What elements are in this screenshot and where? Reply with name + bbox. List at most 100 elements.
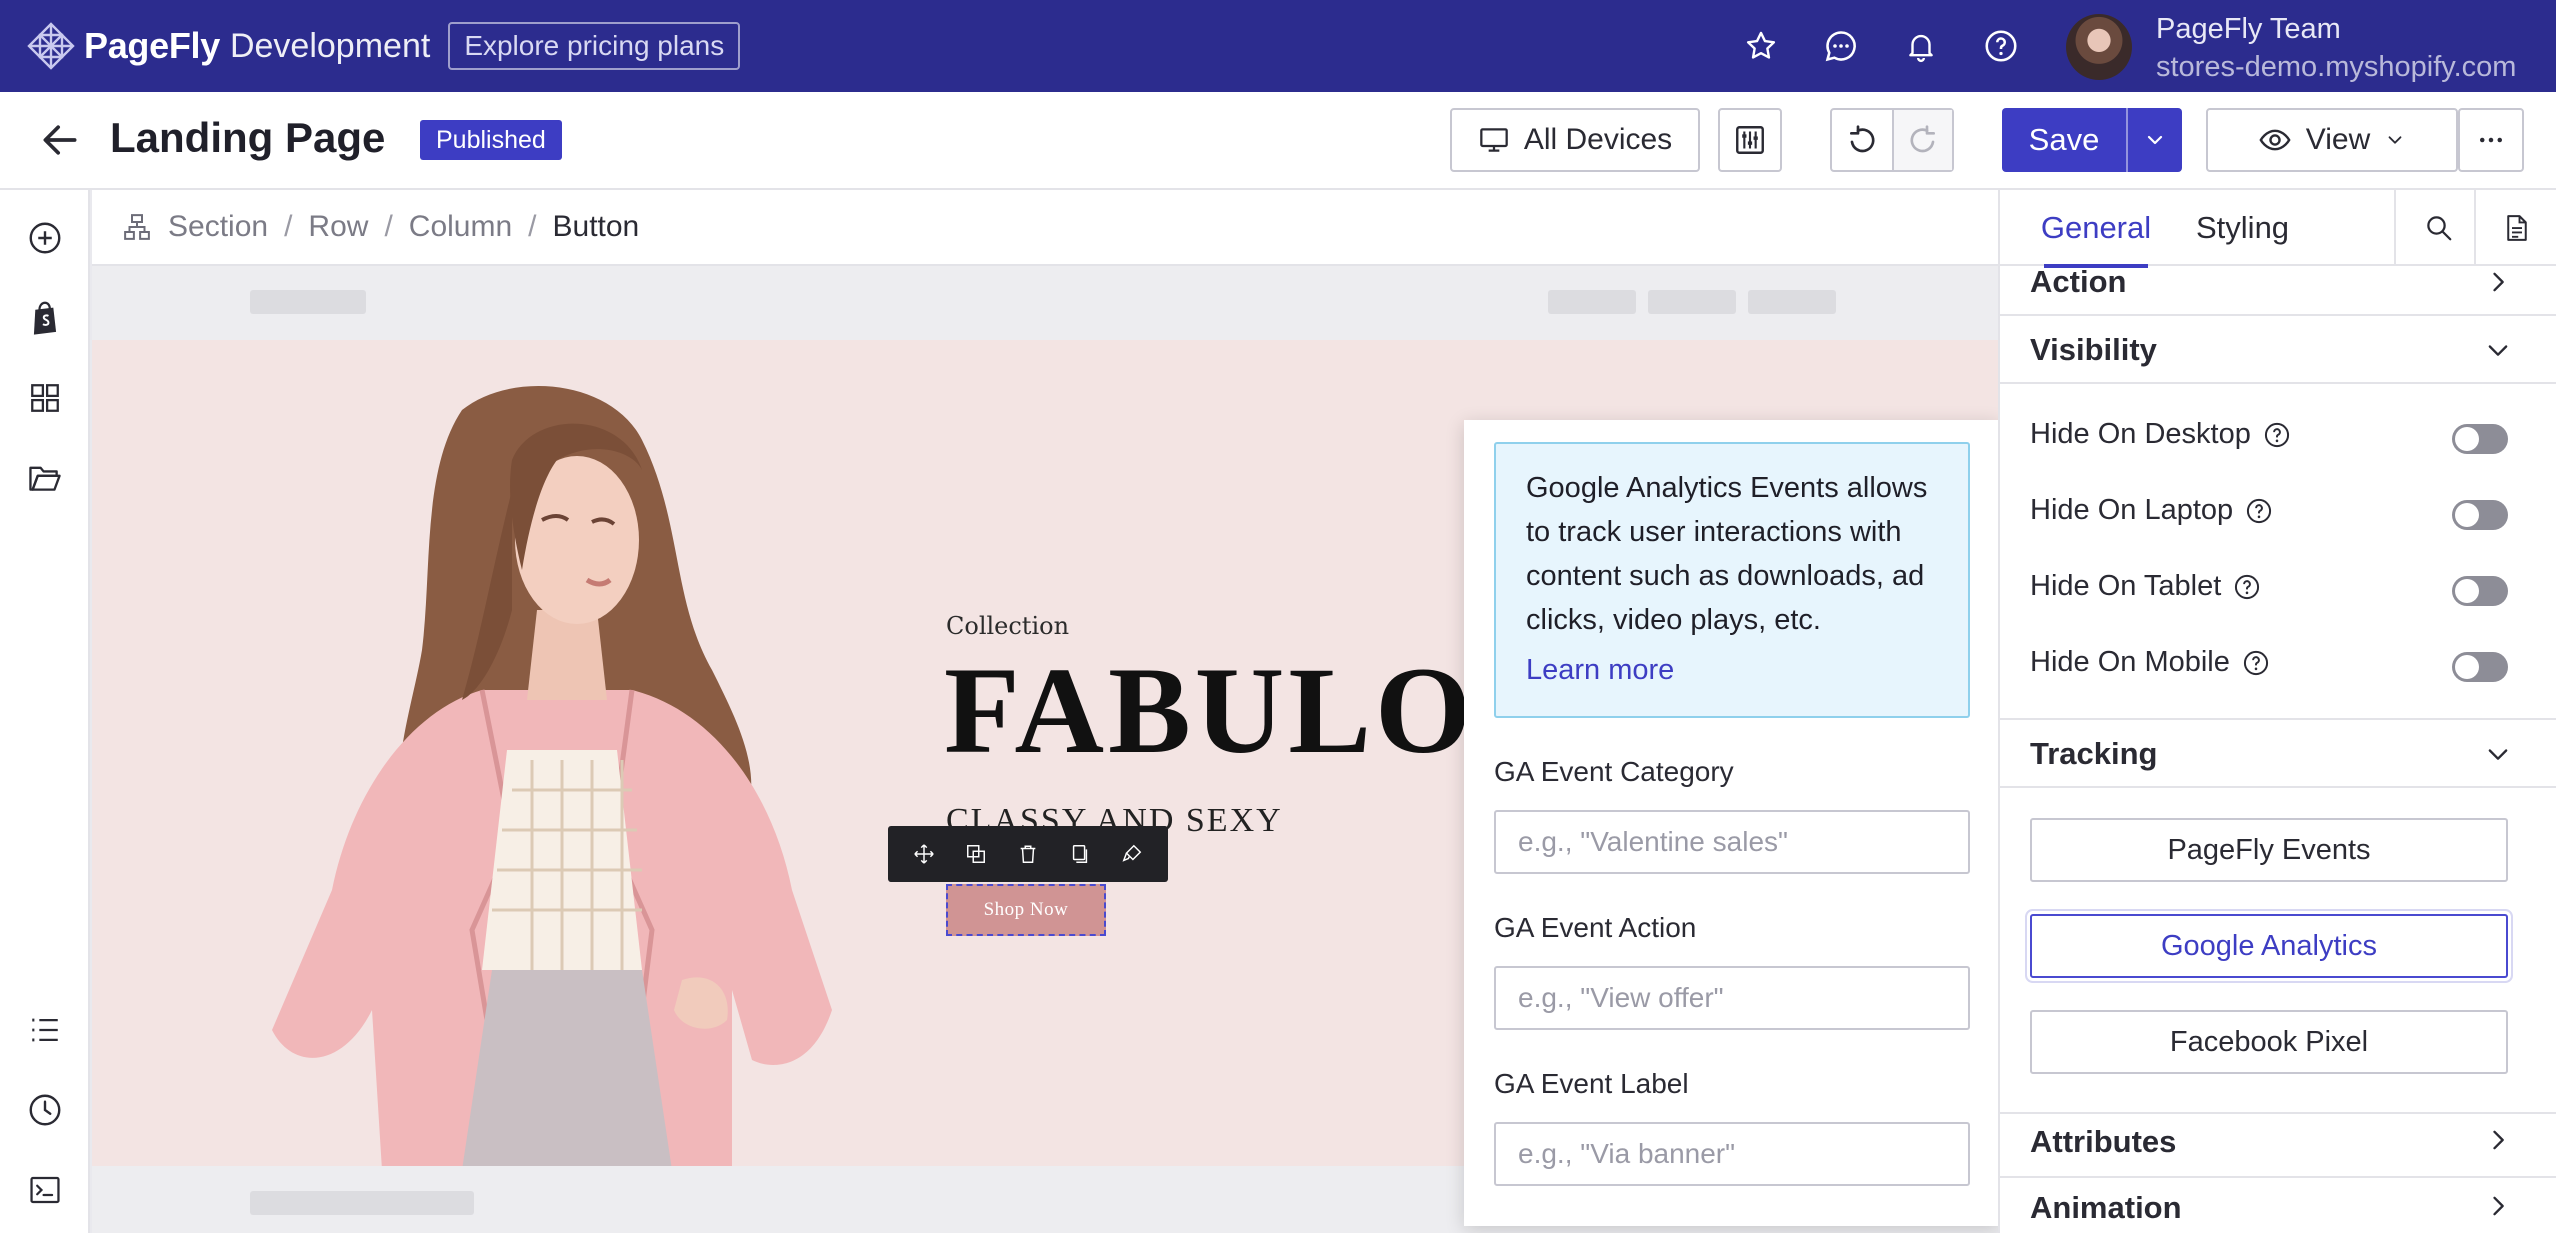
user-avatar[interactable]: [2066, 14, 2132, 80]
monitor-icon: [1480, 128, 1508, 152]
copy-style-icon[interactable]: [1066, 840, 1094, 868]
learn-more-link[interactable]: Learn more: [1526, 654, 1940, 687]
eye-icon: [2259, 129, 2291, 151]
undo-redo-group: [1830, 108, 1954, 172]
save-button-group: Save: [2002, 108, 2182, 172]
hide-desktop-row: Hide On Desktop: [2030, 418, 2291, 451]
bell-icon[interactable]: [1900, 22, 1942, 70]
pagefly-events-button[interactable]: PageFly Events: [2030, 818, 2508, 882]
redo-button[interactable]: [1891, 110, 1952, 170]
chevron-down-icon[interactable]: [2484, 336, 2512, 364]
hide-mobile-toggle[interactable]: [2452, 652, 2508, 682]
explore-pricing-button[interactable]: Explore pricing plans: [448, 22, 741, 70]
sitemap-icon: [124, 214, 150, 240]
move-icon[interactable]: [910, 840, 938, 868]
hide-laptop-toggle[interactable]: [2452, 500, 2508, 530]
ga-label-label: GA Event Label: [1494, 1068, 1689, 1099]
section-tracking[interactable]: Tracking: [2030, 736, 2158, 772]
hide-desktop-toggle[interactable]: [2452, 424, 2508, 454]
status-badge: Published: [420, 120, 562, 160]
search-icon[interactable]: [2394, 190, 2482, 266]
page-title: Landing Page: [110, 114, 386, 161]
ga-label-input[interactable]: [1494, 1122, 1970, 1186]
ga-action-label: GA Event Action: [1494, 912, 1697, 943]
divider: [2000, 718, 2556, 720]
hide-laptop-row: Hide On Laptop: [2030, 494, 2273, 527]
hide-tablet-toggle[interactable]: [2452, 576, 2508, 606]
section-animation[interactable]: Animation: [2030, 1190, 2182, 1226]
chat-icon[interactable]: [1820, 22, 1862, 70]
outline-list-icon[interactable]: [25, 1010, 65, 1050]
sections-grid-icon[interactable]: [25, 378, 65, 418]
view-button[interactable]: View: [2206, 108, 2458, 172]
ga-action-input[interactable]: [1494, 966, 1970, 1030]
shopify-icon[interactable]: [25, 298, 65, 338]
tab-general[interactable]: General: [2014, 196, 2178, 268]
paint-brush-icon[interactable]: [1118, 840, 1146, 868]
help-circle-icon[interactable]: [2242, 649, 2270, 677]
placeholder-bar: [250, 1191, 474, 1215]
left-rail: [0, 190, 90, 1233]
breadcrumb-separator: /: [284, 210, 293, 243]
breadcrumb-separator: /: [528, 210, 537, 243]
breadcrumb-section[interactable]: Section: [168, 210, 268, 244]
hide-tablet-label: Hide On Tablet: [2030, 570, 2222, 602]
delete-icon[interactable]: [1014, 840, 1042, 868]
hero-headline[interactable]: FABULO: [944, 640, 1476, 782]
all-devices-button[interactable]: All Devices: [1450, 108, 1700, 172]
chevron-right-icon[interactable]: [2484, 268, 2512, 296]
element-toolbar: [888, 826, 1168, 882]
section-visibility[interactable]: Visibility: [2030, 332, 2157, 368]
help-circle-icon[interactable]: [2245, 497, 2273, 525]
save-button[interactable]: Save: [2002, 108, 2126, 172]
breadcrumb-row[interactable]: Row: [308, 210, 368, 244]
divider: [2000, 314, 2556, 316]
help-circle-icon[interactable]: [2233, 573, 2261, 601]
tab-styling[interactable]: Styling: [2196, 196, 2289, 260]
page-settings-button[interactable]: [1718, 108, 1782, 172]
chevron-right-icon[interactable]: [2484, 1126, 2512, 1154]
chevron-right-icon[interactable]: [2484, 1192, 2512, 1220]
hide-mobile-row: Hide On Mobile: [2030, 646, 2270, 679]
ga-category-input[interactable]: [1494, 810, 1970, 874]
sliders-icon: [1736, 126, 1764, 154]
code-terminal-icon[interactable]: [25, 1170, 65, 1210]
section-attributes[interactable]: Attributes: [2030, 1124, 2176, 1160]
undo-button[interactable]: [1832, 110, 1892, 170]
breadcrumb-column[interactable]: Column: [409, 210, 512, 244]
history-clock-icon[interactable]: [25, 1090, 65, 1130]
hide-desktop-label: Hide On Desktop: [2030, 418, 2251, 450]
undo-icon: [1849, 125, 1875, 153]
collection-label[interactable]: Collection: [946, 612, 1069, 640]
add-element-icon[interactable]: [25, 218, 65, 258]
section-action[interactable]: Action: [2030, 264, 2126, 300]
chevron-down-icon[interactable]: [2484, 740, 2512, 768]
hide-laptop-label: Hide On Laptop: [2030, 494, 2234, 526]
brand-name: PageFly: [84, 25, 220, 66]
help-circle-icon[interactable]: [2263, 421, 2291, 449]
document-icon[interactable]: [2474, 190, 2556, 266]
top-bar: PageFly Development Explore pricing plan…: [0, 0, 2556, 92]
facebook-pixel-button[interactable]: Facebook Pixel: [2030, 1010, 2508, 1074]
hero-model-image: [272, 386, 832, 1166]
all-devices-label: All Devices: [1523, 123, 1673, 156]
pagefly-logo[interactable]: PageFly Development: [26, 21, 430, 71]
help-icon[interactable]: [1980, 22, 2022, 70]
user-info[interactable]: PageFly Team stores-demo.myshopify.com: [2156, 10, 2516, 86]
duplicate-icon[interactable]: [962, 840, 990, 868]
placeholder-bar: [250, 290, 366, 314]
divider: [2000, 1112, 2556, 1114]
shop-now-button[interactable]: Shop Now: [946, 884, 1106, 936]
save-options-button[interactable]: [2126, 108, 2182, 172]
star-icon[interactable]: [1740, 22, 1782, 70]
page-header: Landing Page Published All Devices Save …: [0, 92, 2556, 190]
ga-info-box: Google Analytics Events allows to track …: [1494, 442, 1970, 718]
back-arrow-icon[interactable]: [38, 118, 82, 162]
folder-icon[interactable]: [25, 458, 65, 498]
inspector-tabs: General Styling: [2000, 190, 2556, 268]
google-analytics-button[interactable]: Google Analytics: [2030, 914, 2508, 978]
chevron-down-icon: [2388, 136, 2402, 144]
divider: [2000, 1176, 2556, 1178]
more-button[interactable]: [2458, 108, 2524, 172]
brand-sub: Development: [229, 26, 431, 65]
